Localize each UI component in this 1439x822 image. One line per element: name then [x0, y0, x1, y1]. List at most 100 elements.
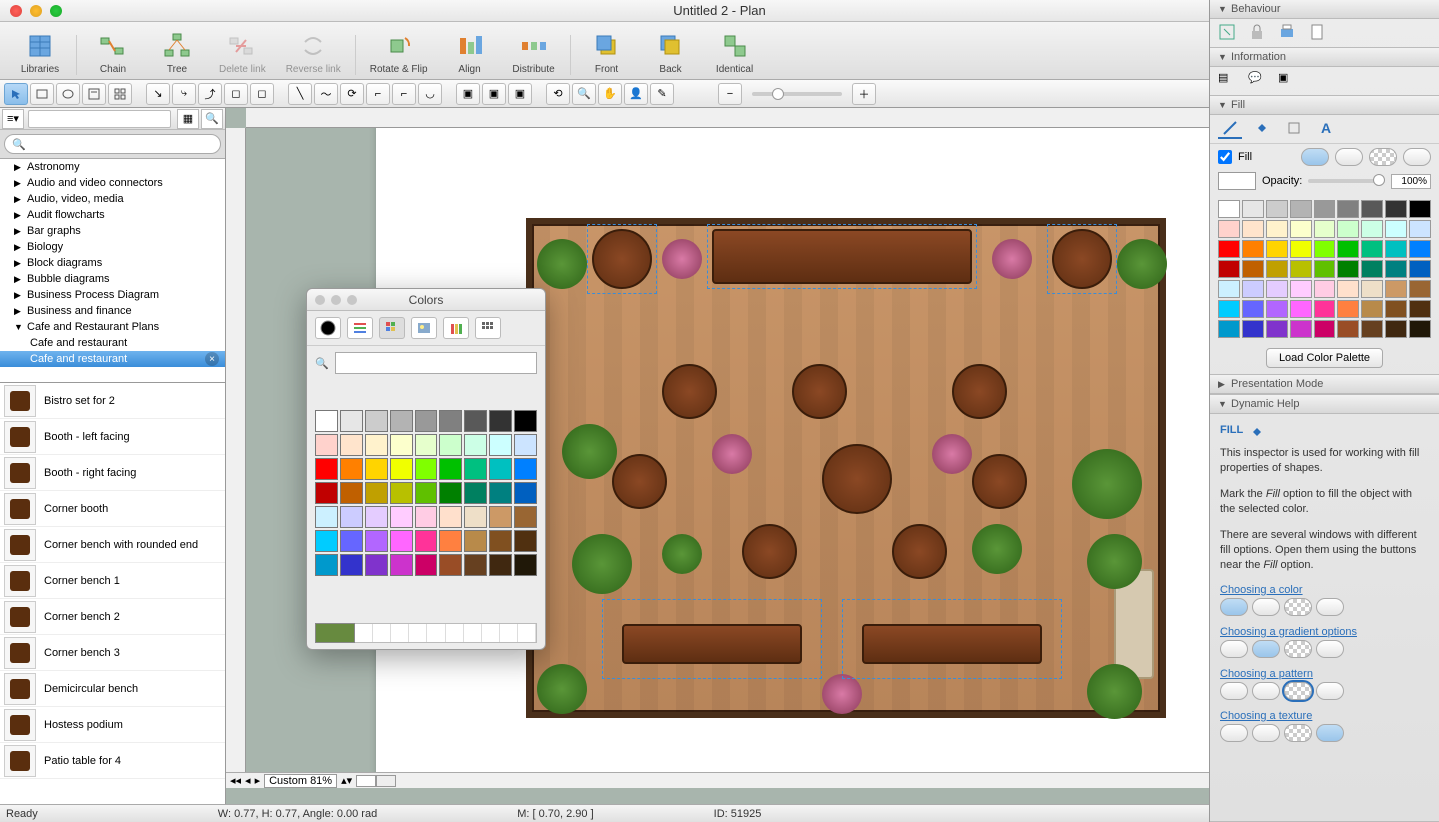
help-btn[interactable]: [1220, 724, 1248, 742]
lock-icon[interactable]: [1248, 23, 1268, 43]
toolbar-front[interactable]: Front: [585, 30, 629, 75]
zoom-dropdown[interactable]: Custom 81%: [264, 774, 337, 788]
fill-tab-shadow[interactable]: [1282, 119, 1306, 139]
palette-swatch[interactable]: [1242, 280, 1264, 298]
palette-swatch[interactable]: [1385, 260, 1407, 278]
connector-tool-3[interactable]: ⤴: [198, 83, 222, 105]
help-btn[interactable]: [1316, 640, 1344, 658]
library-tree-item[interactable]: ▶Audio and video connectors: [0, 175, 225, 191]
palette-swatch[interactable]: [1266, 320, 1288, 338]
connector-tool-2[interactable]: ⤷: [172, 83, 196, 105]
fill-mode-gradient[interactable]: [1335, 148, 1363, 166]
color-swatch[interactable]: [439, 434, 462, 456]
palette-swatch[interactable]: [1266, 300, 1288, 318]
rect-tool[interactable]: [30, 83, 54, 105]
dynamic-help-header[interactable]: ▼Dynamic Help: [1210, 395, 1439, 414]
load-palette-button[interactable]: Load Color Palette: [1266, 348, 1383, 368]
palette-swatch[interactable]: [1242, 200, 1264, 218]
toolbar-reverse-link[interactable]: Reverse link: [286, 30, 341, 75]
help-btn[interactable]: [1252, 640, 1280, 658]
color-swatch[interactable]: [464, 506, 487, 528]
hand-tool[interactable]: ✋: [598, 83, 622, 105]
palette-swatch[interactable]: [1218, 200, 1240, 218]
palette-swatch[interactable]: [1314, 260, 1336, 278]
color-swatch[interactable]: [514, 434, 537, 456]
color-swatch[interactable]: [315, 482, 338, 504]
palette-swatch[interactable]: [1385, 300, 1407, 318]
doc-icon[interactable]: [1308, 23, 1328, 43]
fill-tab-pen[interactable]: [1218, 119, 1242, 139]
help-btn[interactable]: [1252, 724, 1280, 742]
grid-tool[interactable]: [108, 83, 132, 105]
zoom-slider[interactable]: [752, 92, 842, 96]
palette-swatch[interactable]: [1409, 300, 1431, 318]
round-table[interactable]: [742, 524, 797, 579]
color-swatch[interactable]: [315, 434, 338, 456]
palette-swatch[interactable]: [1361, 300, 1383, 318]
palette-swatch[interactable]: [1409, 320, 1431, 338]
toolbar-libraries[interactable]: Libraries: [18, 30, 62, 75]
stack-icon[interactable]: ▣: [1278, 71, 1298, 91]
help-btn[interactable]: [1220, 598, 1248, 616]
shape-item[interactable]: Corner bench 3: [0, 635, 225, 671]
library-tree-item[interactable]: ▶Business and finance: [0, 303, 225, 319]
eyedropper-tool[interactable]: ✎: [650, 83, 674, 105]
color-swatch[interactable]: [514, 410, 537, 432]
palette-swatch[interactable]: [1218, 240, 1240, 258]
color-swatch[interactable]: [390, 410, 413, 432]
shape-item[interactable]: Booth - left facing: [0, 419, 225, 455]
color-swatch[interactable]: [415, 482, 438, 504]
palette-swatch[interactable]: [1218, 220, 1240, 238]
color-swatch[interactable]: [340, 506, 363, 528]
palette-swatch[interactable]: [1409, 240, 1431, 258]
colors-search-input[interactable]: [335, 352, 537, 374]
palette-swatch[interactable]: [1242, 260, 1264, 278]
palette-swatch[interactable]: [1242, 220, 1264, 238]
colors-current-swatch[interactable]: [315, 623, 355, 643]
palette-swatch[interactable]: [1290, 280, 1312, 298]
palette-swatch[interactable]: [1314, 200, 1336, 218]
colors-tab-list[interactable]: [475, 317, 501, 339]
toolbar-distribute[interactable]: Distribute: [512, 30, 556, 75]
color-swatch[interactable]: [464, 554, 487, 576]
opacity-value[interactable]: 100%: [1391, 174, 1431, 189]
color-swatch[interactable]: [365, 458, 388, 480]
library-tree-item[interactable]: Cafe and restaurant: [0, 335, 225, 351]
color-swatch[interactable]: [365, 434, 388, 456]
color-swatch[interactable]: [415, 506, 438, 528]
shape-item[interactable]: Bistro set for 2: [0, 383, 225, 419]
color-swatch[interactable]: [315, 458, 338, 480]
palette-swatch[interactable]: [1290, 260, 1312, 278]
library-tree-item[interactable]: ▶Business Process Diagram: [0, 287, 225, 303]
information-header[interactable]: ▼Information: [1210, 48, 1439, 67]
palette-swatch[interactable]: [1409, 260, 1431, 278]
ruler-horizontal[interactable]: [246, 108, 1209, 128]
pointer-tool[interactable]: [4, 83, 28, 105]
palette-swatch[interactable]: [1314, 280, 1336, 298]
connector-tool-5[interactable]: ◻: [250, 83, 274, 105]
fill-mode-pattern[interactable]: [1369, 148, 1397, 166]
shape-list[interactable]: Bistro set for 2Booth - left facingBooth…: [0, 383, 225, 804]
round-table[interactable]: [972, 454, 1027, 509]
color-swatch[interactable]: [415, 410, 438, 432]
color-swatch[interactable]: [340, 554, 363, 576]
palette-swatch[interactable]: [1409, 220, 1431, 238]
color-swatch[interactable]: [365, 506, 388, 528]
ruler-vertical[interactable]: [226, 128, 246, 772]
color-swatch[interactable]: [514, 530, 537, 552]
group-tool-2[interactable]: ▣: [482, 83, 506, 105]
line-tool-5[interactable]: ⌐: [392, 83, 416, 105]
palette-swatch[interactable]: [1314, 300, 1336, 318]
help-btn[interactable]: [1252, 682, 1280, 700]
color-swatch[interactable]: [415, 530, 438, 552]
palette-swatch[interactable]: [1361, 280, 1383, 298]
help-link-pattern[interactable]: Choosing a pattern: [1220, 668, 1429, 680]
library-tree-item[interactable]: ▶Audit flowcharts: [0, 207, 225, 223]
help-btn[interactable]: [1316, 598, 1344, 616]
shape-item[interactable]: Corner bench 1: [0, 563, 225, 599]
color-swatch[interactable]: [489, 434, 512, 456]
fill-header[interactable]: ▼Fill: [1210, 96, 1439, 115]
help-link-texture[interactable]: Choosing a texture: [1220, 710, 1429, 722]
library-tree-item[interactable]: Cafe and restaurant×: [0, 351, 225, 367]
colors-titlebar[interactable]: Colors: [307, 289, 545, 311]
